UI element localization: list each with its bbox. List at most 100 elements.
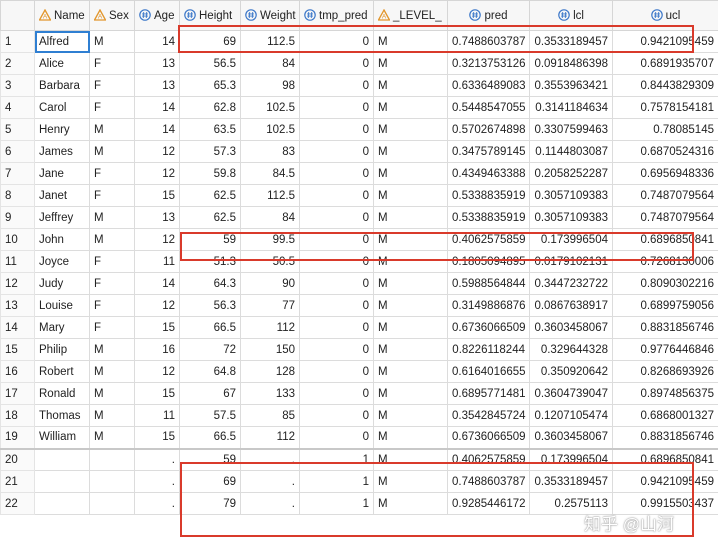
cell-level[interactable]: M [373,206,448,229]
cell-sex[interactable]: F [89,316,135,339]
row-number[interactable]: 17 [0,382,35,405]
col-header-sex[interactable]: A Sex [89,0,135,31]
cell-name[interactable]: Joyce [34,250,90,273]
cell-height[interactable]: 66.5 [179,316,241,339]
cell-pred[interactable]: 0.3149886876 [447,294,530,317]
cell-sex[interactable]: F [89,52,135,75]
cell-weight[interactable]: 112.5 [240,30,300,53]
col-header-weight[interactable]: Weight [240,0,300,31]
cell-age[interactable]: 14 [134,118,180,141]
cell-name[interactable]: Robert [34,360,90,383]
cell-sex[interactable]: M [89,118,135,141]
cell-pred[interactable]: 0.4349463388 [447,162,530,185]
cell-name[interactable]: Jane [34,162,90,185]
cell-tmp-pred[interactable]: 0 [299,338,374,361]
table-row[interactable]: 1 Alfred M 14 69 112.5 0 M 0.7488603787 0.3533189… [0,30,718,53]
cell-pred[interactable]: 0.3542845724 [447,404,530,427]
cell-name[interactable]: Jeffrey [34,206,90,229]
cell-weight[interactable]: 50.5 [240,250,300,273]
cell-lcl[interactable]: 0.3533189457 [529,470,613,493]
cell-height[interactable]: 62.5 [179,184,241,207]
cell-level[interactable]: M [373,228,448,251]
cell-weight[interactable]: . [240,447,300,471]
cell-weight[interactable]: 112 [240,426,300,449]
col-header-height[interactable]: Height [179,0,241,31]
cell-ucl[interactable]: 0.8443829309 [612,74,718,97]
table-row[interactable]: 7 Jane F 12 59.8 84.5 0 M 0.4349463388 0.20582522… [0,162,718,185]
cell-tmp-pred[interactable]: 0 [299,228,374,251]
cell-level[interactable]: M [373,426,448,449]
cell-level[interactable]: M [373,404,448,427]
cell-height[interactable]: 66.5 [179,426,241,449]
cell-pred[interactable]: 0.6164016655 [447,360,530,383]
cell-ucl[interactable]: 0.9421095459 [612,30,718,53]
cell-level[interactable]: M [373,382,448,405]
cell-name[interactable]: William [34,426,90,449]
cell-height[interactable]: 67 [179,382,241,405]
cell-level[interactable]: M [373,316,448,339]
cell-name[interactable]: James [34,140,90,163]
cell-name[interactable]: Janet [34,184,90,207]
cell-weight[interactable]: 128 [240,360,300,383]
row-number[interactable]: 8 [0,184,35,207]
cell-sex[interactable]: F [89,250,135,273]
row-number[interactable]: 7 [0,162,35,185]
cell-lcl[interactable]: 0.173996504 [529,447,613,471]
cell-age[interactable]: . [134,470,180,493]
cell-height[interactable]: 79 [179,492,241,515]
cell-tmp-pred[interactable]: 0 [299,118,374,141]
cell-tmp-pred[interactable]: 0 [299,52,374,75]
cell-age[interactable]: . [134,447,180,471]
cell-sex[interactable]: F [89,162,135,185]
cell-lcl[interactable]: 0.1207105474 [529,404,613,427]
cell-level[interactable]: M [373,338,448,361]
cell-level[interactable]: M [373,492,448,515]
cell-weight[interactable]: 98 [240,74,300,97]
cell-tmp-pred[interactable]: 0 [299,74,374,97]
cell-height[interactable]: 72 [179,338,241,361]
table-row[interactable]: 15 Philip M 16 72 150 0 M 0.8226118244 0.32964432… [0,338,718,361]
cell-height[interactable]: 51.3 [179,250,241,273]
cell-sex[interactable]: M [89,30,135,53]
cell-height[interactable]: 64.3 [179,272,241,295]
cell-pred[interactable]: 0.1805094895 [447,250,530,273]
col-header-level[interactable]: A _LEVEL_ [373,0,448,31]
cell-tmp-pred[interactable]: 0 [299,96,374,119]
cell-tmp-pred[interactable]: 0 [299,162,374,185]
cell-age[interactable]: . [134,492,180,515]
cell-lcl[interactable]: 0.3447232722 [529,272,613,295]
cell-ucl[interactable]: 0.6956948336 [612,162,718,185]
table-row[interactable]: 3 Barbara F 13 65.3 98 0 M 0.6336489083 0.3553963… [0,74,718,97]
cell-pred[interactable]: 0.6736066509 [447,426,530,449]
cell-ucl[interactable]: 0.6899759056 [612,294,718,317]
cell-tmp-pred[interactable]: 0 [299,382,374,405]
row-number[interactable]: 4 [0,96,35,119]
cell-level[interactable]: M [373,118,448,141]
cell-height[interactable]: 65.3 [179,74,241,97]
cell-name[interactable] [34,447,90,471]
cell-weight[interactable]: 150 [240,338,300,361]
cell-ucl[interactable]: 0.7487079564 [612,184,718,207]
cell-age[interactable]: 14 [134,272,180,295]
row-number[interactable]: 16 [0,360,35,383]
cell-tmp-pred[interactable]: 0 [299,140,374,163]
cell-weight[interactable]: 84.5 [240,162,300,185]
cell-level[interactable]: M [373,272,448,295]
cell-tmp-pred[interactable]: 1 [299,492,374,515]
cell-weight[interactable]: 83 [240,140,300,163]
table-row[interactable]: 17 Ronald M 15 67 133 0 M 0.6895771481 0.36047390… [0,382,718,405]
row-number[interactable]: 10 [0,228,35,251]
cell-age[interactable]: 12 [134,360,180,383]
row-number[interactable]: 11 [0,250,35,273]
cell-age[interactable]: 15 [134,426,180,449]
table-row[interactable]: 16 Robert M 12 64.8 128 0 M 0.6164016655 0.350920… [0,360,718,383]
cell-tmp-pred[interactable]: 1 [299,447,374,471]
cell-weight[interactable]: 77 [240,294,300,317]
cell-level[interactable]: M [373,250,448,273]
cell-weight[interactable]: . [240,470,300,493]
cell-ucl[interactable]: 0.9421095459 [612,470,718,493]
cell-height[interactable]: 59 [179,447,241,471]
cell-weight[interactable]: 84 [240,206,300,229]
col-header-name[interactable]: A Name [34,0,90,31]
cell-height[interactable]: 57.5 [179,404,241,427]
